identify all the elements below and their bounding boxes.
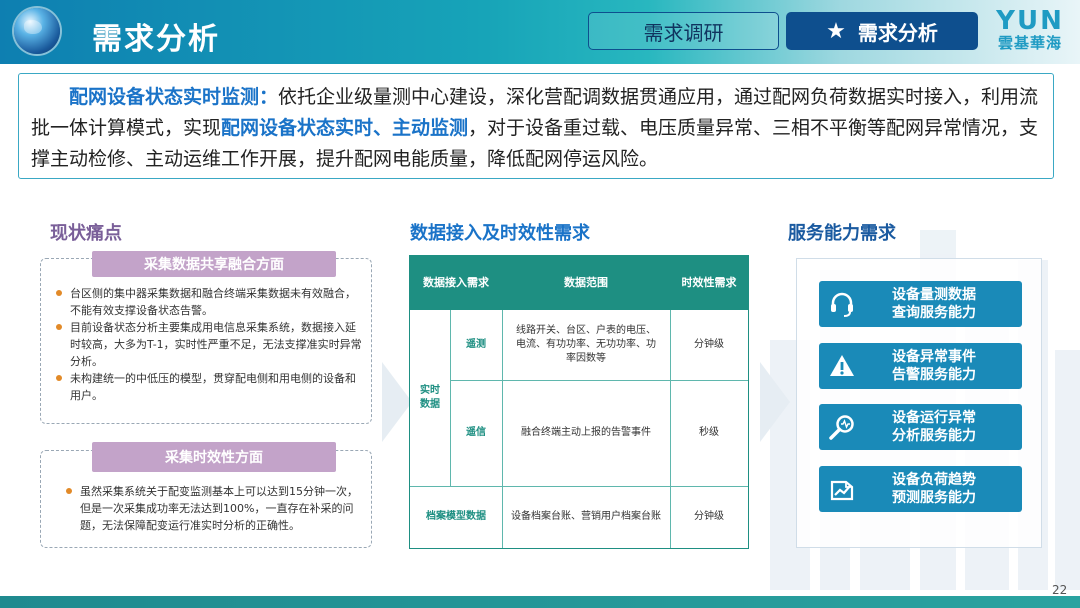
list-item: 台区侧的集中器采集数据和融合终端采集数据未有效融合，不能有效支撑设备状态告警。 xyxy=(54,285,364,319)
globe-icon xyxy=(14,8,60,54)
table-divider xyxy=(450,310,451,486)
tab-label: 需求分析 xyxy=(857,20,938,45)
list-item: 目前设备状态分析主要集成用电信息采集系统，数据接入延时较高，大多为T-1，实时性… xyxy=(54,319,364,370)
table-group-label: 实时数据 xyxy=(420,385,440,410)
service-line-1: 设备异常事件 xyxy=(892,349,976,365)
trend-icon xyxy=(825,472,859,506)
table-divider xyxy=(502,310,503,548)
warning-icon xyxy=(825,349,859,383)
tab-requirement-research[interactable]: 需求调研 xyxy=(588,12,779,50)
header-bar: 需求分析 需求调研 ★ 需求分析 YUN 雲基華海 xyxy=(0,0,1080,64)
star-icon: ★ xyxy=(826,18,846,44)
service-item-forecast: 设备负荷趋势 预测服务能力 xyxy=(819,466,1022,512)
company-logo: YUN 雲基華海 xyxy=(984,8,1076,52)
table-cell: 遥测 xyxy=(466,339,486,350)
pain-group-2-title: 采集时效性方面 xyxy=(92,442,336,472)
pain-group-2-list: 虽然采集系统关于配变监测基本上可以达到15分钟一次，但是一次采集成功率无法达到1… xyxy=(64,483,364,534)
tab-requirement-analysis[interactable]: ★ 需求分析 xyxy=(786,12,978,50)
service-line-1: 设备负荷趋势 xyxy=(892,472,976,488)
service-line-2: 预测服务能力 xyxy=(892,490,976,506)
pain-group-1-title: 采集数据共享融合方面 xyxy=(92,251,336,277)
table-header-cell: 数据接入需求 xyxy=(410,256,502,310)
service-item-analysis: 设备运行异常 分析服务能力 xyxy=(819,404,1022,450)
service-heading: 服务能力需求 xyxy=(788,223,896,244)
footer-bar xyxy=(0,596,1080,608)
page-number: 22 xyxy=(1052,583,1068,597)
pain-group-1-list: 台区侧的集中器采集数据和融合终端采集数据未有效融合，不能有效支撑设备状态告警。 … xyxy=(54,285,364,404)
intro-highlight: 配网设备状态实时、主动监测 xyxy=(221,117,469,139)
table-header-cell: 时效性需求 xyxy=(670,256,748,310)
service-item-query: 设备量测数据 查询服务能力 xyxy=(819,281,1022,327)
table-cell: 设备档案台账、营销用户档案台账 xyxy=(511,511,661,522)
logo-sub: 雲基華海 xyxy=(997,34,1062,52)
table-cell: 秒级 xyxy=(699,427,719,438)
list-item: 未构建统一的中低压的模型，贯穿配电侧和用电侧的设备和用户。 xyxy=(54,370,364,404)
arrow-right-icon xyxy=(760,362,790,442)
table-header-cell: 数据范围 xyxy=(502,256,670,310)
table-divider xyxy=(670,310,671,548)
list-item: 虽然采集系统关于配变监测基本上可以达到15分钟一次，但是一次采集成功率无法达到1… xyxy=(64,483,364,534)
service-line-1: 设备量测数据 xyxy=(892,287,976,303)
service-line-2: 告警服务能力 xyxy=(892,367,976,383)
service-line-2: 查询服务能力 xyxy=(892,305,976,321)
intro-paragraph: 配网设备状态实时监测：依托企业级量测中心建设，深化营配调数据贯通应用，通过配网负… xyxy=(18,73,1054,179)
intro-lead: 配网设备状态实时监测： xyxy=(69,86,279,108)
table-cell: 分钟级 xyxy=(694,339,724,350)
logo-main: YUN xyxy=(996,6,1064,36)
service-line-1: 设备运行异常 xyxy=(892,410,976,426)
table-cell: 分钟级 xyxy=(694,511,724,522)
data-requirement-heading: 数据接入及时效性需求 xyxy=(410,223,590,244)
table-divider xyxy=(450,380,748,381)
table-cell: 档案模型数据 xyxy=(426,511,486,522)
magnifier-icon xyxy=(825,410,859,444)
headset-icon xyxy=(825,287,859,321)
table-cell: 融合终端主动上报的告警事件 xyxy=(521,427,651,438)
table-cell: 遥信 xyxy=(466,427,486,438)
table-divider xyxy=(410,486,748,487)
service-item-alarm: 设备异常事件 告警服务能力 xyxy=(819,343,1022,389)
tab-label: 需求调研 xyxy=(643,20,724,45)
pain-points-heading: 现状痛点 xyxy=(50,223,122,244)
service-line-2: 分析服务能力 xyxy=(892,428,976,444)
arrow-right-icon xyxy=(382,362,412,442)
table-cell: 线路开关、台区、户表的电压、电流、有功功率、无功功率、功率因数等 xyxy=(516,325,656,364)
page-title: 需求分析 xyxy=(92,22,220,57)
data-requirement-table: 数据接入需求 数据范围 时效性需求 实时数据 遥测 线路开关、台区、户表的电压、… xyxy=(409,255,749,549)
